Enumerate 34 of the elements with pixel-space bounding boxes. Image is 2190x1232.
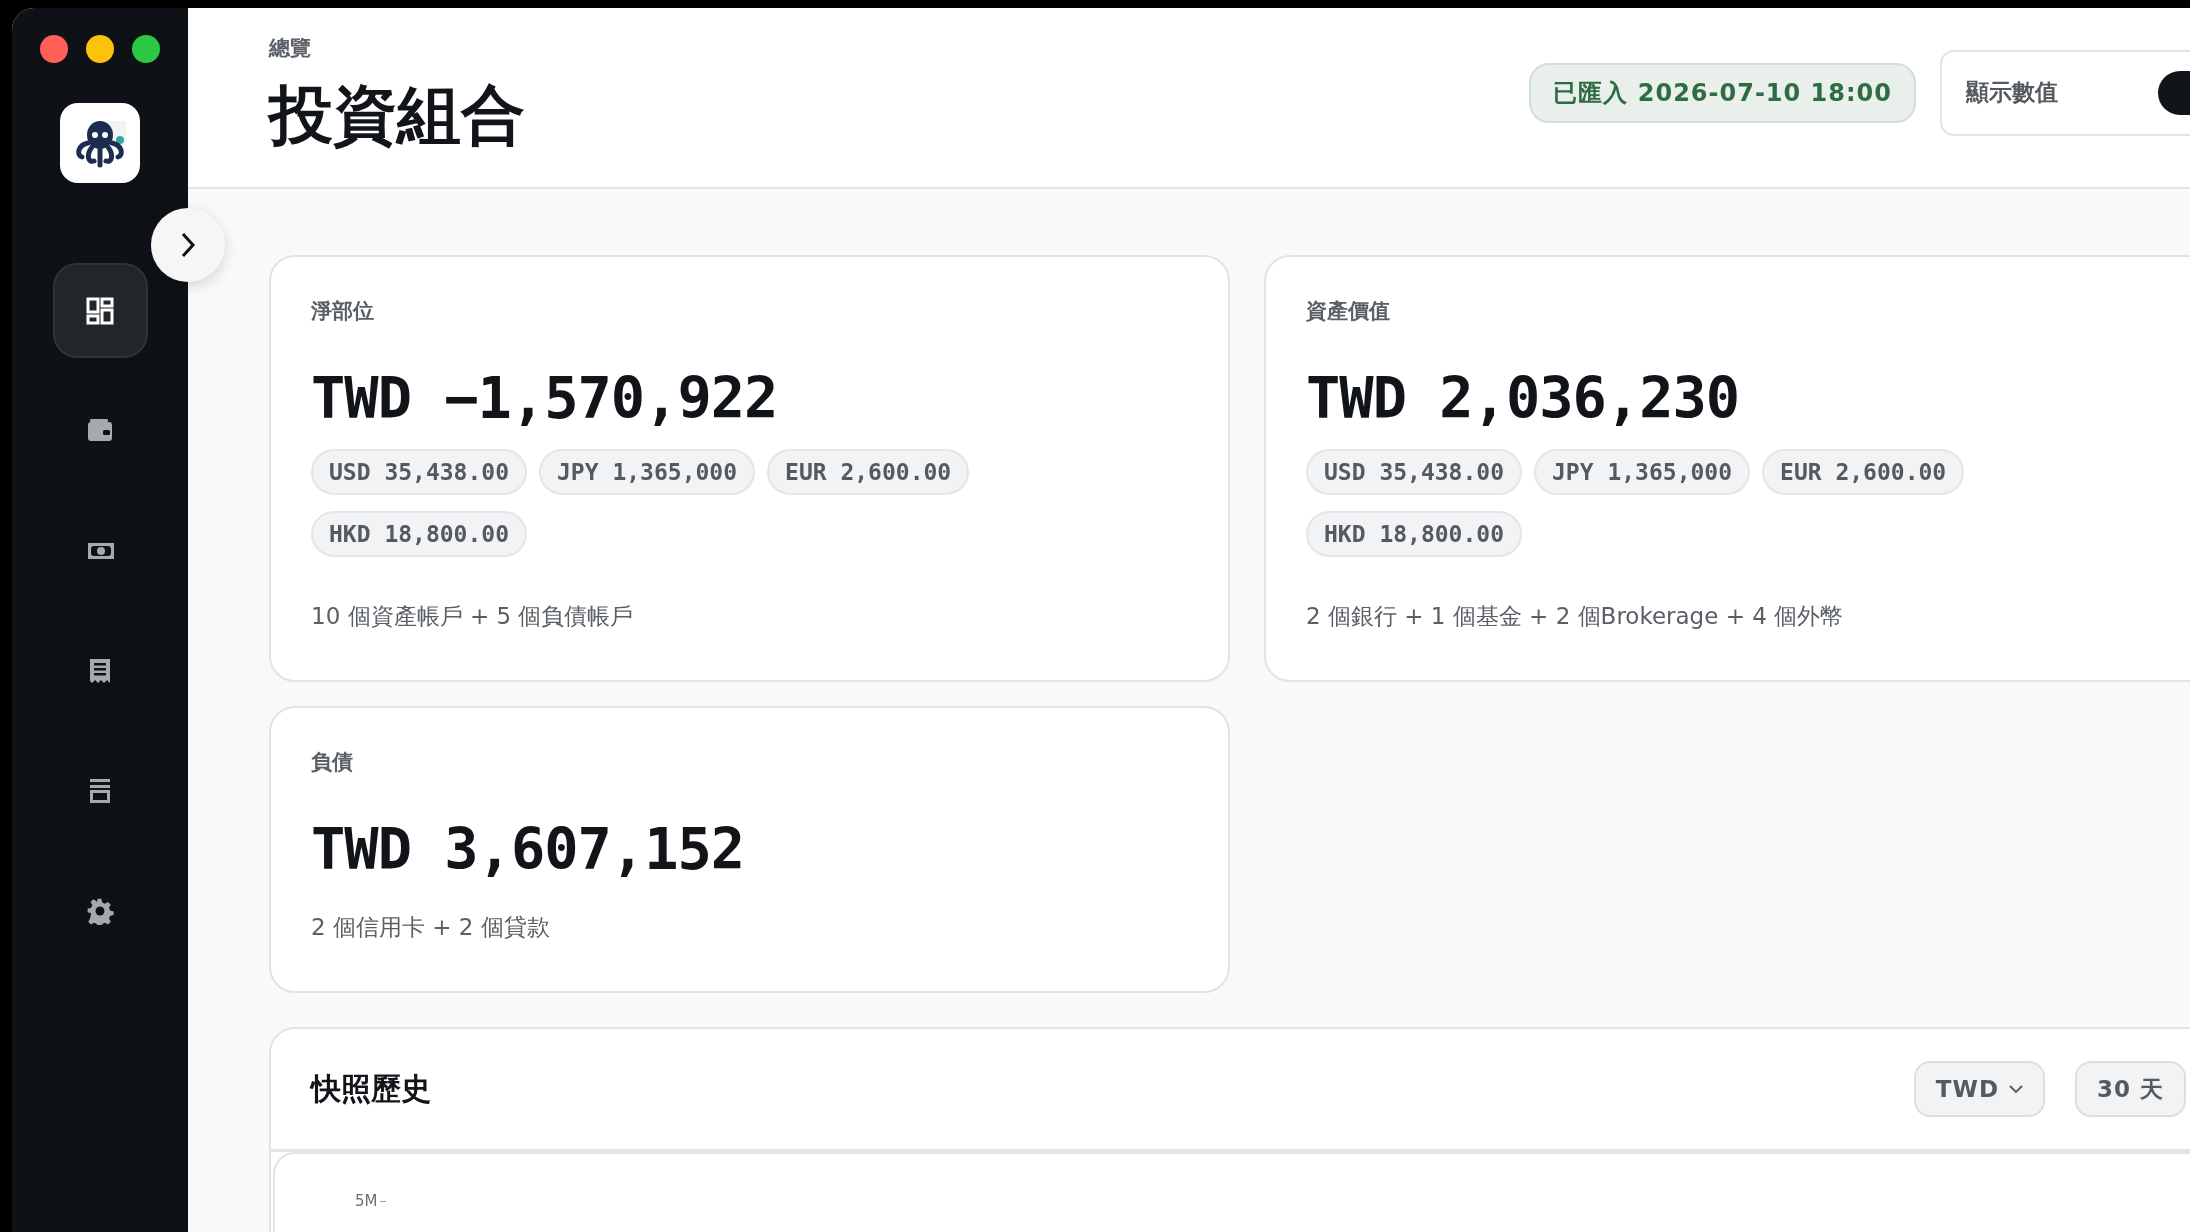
settings-icon bbox=[86, 896, 114, 925]
amount-value: TWD 3,607,152 bbox=[311, 816, 746, 882]
app-logo[interactable] bbox=[60, 103, 140, 183]
currency-chip: EUR 2,600.00 bbox=[1762, 449, 1965, 495]
card-label: 資產價值 bbox=[1306, 298, 1391, 325]
amount-value: TWD −1,570,922 bbox=[311, 365, 779, 431]
minimize-button[interactable] bbox=[86, 35, 114, 63]
currency-chip: USD 35,438.00 bbox=[1306, 449, 1522, 495]
import-status: 已匯入 2026-07-10 18:00 bbox=[1529, 62, 1916, 123]
currency-chip: EUR 2,600.00 bbox=[767, 449, 970, 495]
toggle-label: 顯示數值 bbox=[1966, 78, 2059, 107]
close-button[interactable] bbox=[40, 35, 68, 63]
card-summary: 10 個資產帳戶 + 5 個負債帳戶 bbox=[311, 602, 635, 631]
range-button[interactable]: 30 天 bbox=[2075, 1061, 2186, 1117]
zoom-button[interactable] bbox=[132, 35, 160, 63]
card-summary: 2 個銀行 + 1 個基金 + 2 個Brokerage + 4 個外幣 bbox=[1306, 602, 1845, 631]
breadcrumb: 總覽 bbox=[269, 35, 312, 63]
caret-icon bbox=[2009, 1084, 2023, 1094]
currency-chip: HKD 18,800.00 bbox=[311, 511, 527, 557]
page-title: 投資組合 bbox=[269, 80, 526, 151]
currency-chip: HKD 18,800.00 bbox=[1306, 511, 1522, 557]
card-label: 負債 bbox=[311, 749, 354, 776]
axis-label: 5M bbox=[355, 1192, 378, 1210]
panel-title: 快照歷史 bbox=[311, 1069, 432, 1108]
amount-value: TWD 2,036,230 bbox=[1306, 365, 1741, 431]
chevron-right-icon bbox=[180, 232, 196, 258]
currency-chip: JPY 1,365,000 bbox=[539, 449, 756, 495]
nav-item[interactable] bbox=[52, 263, 148, 358]
currency-chip: USD 35,438.00 bbox=[311, 449, 527, 495]
currency-dropdown[interactable]: TWD bbox=[1913, 1061, 2045, 1117]
dashboard-icon bbox=[86, 296, 114, 325]
card-summary: 2 個信用卡 + 2 個貸款 bbox=[311, 913, 551, 942]
card-label: 淨部位 bbox=[311, 298, 375, 325]
currency-chip: JPY 1,365,000 bbox=[1534, 449, 1751, 495]
